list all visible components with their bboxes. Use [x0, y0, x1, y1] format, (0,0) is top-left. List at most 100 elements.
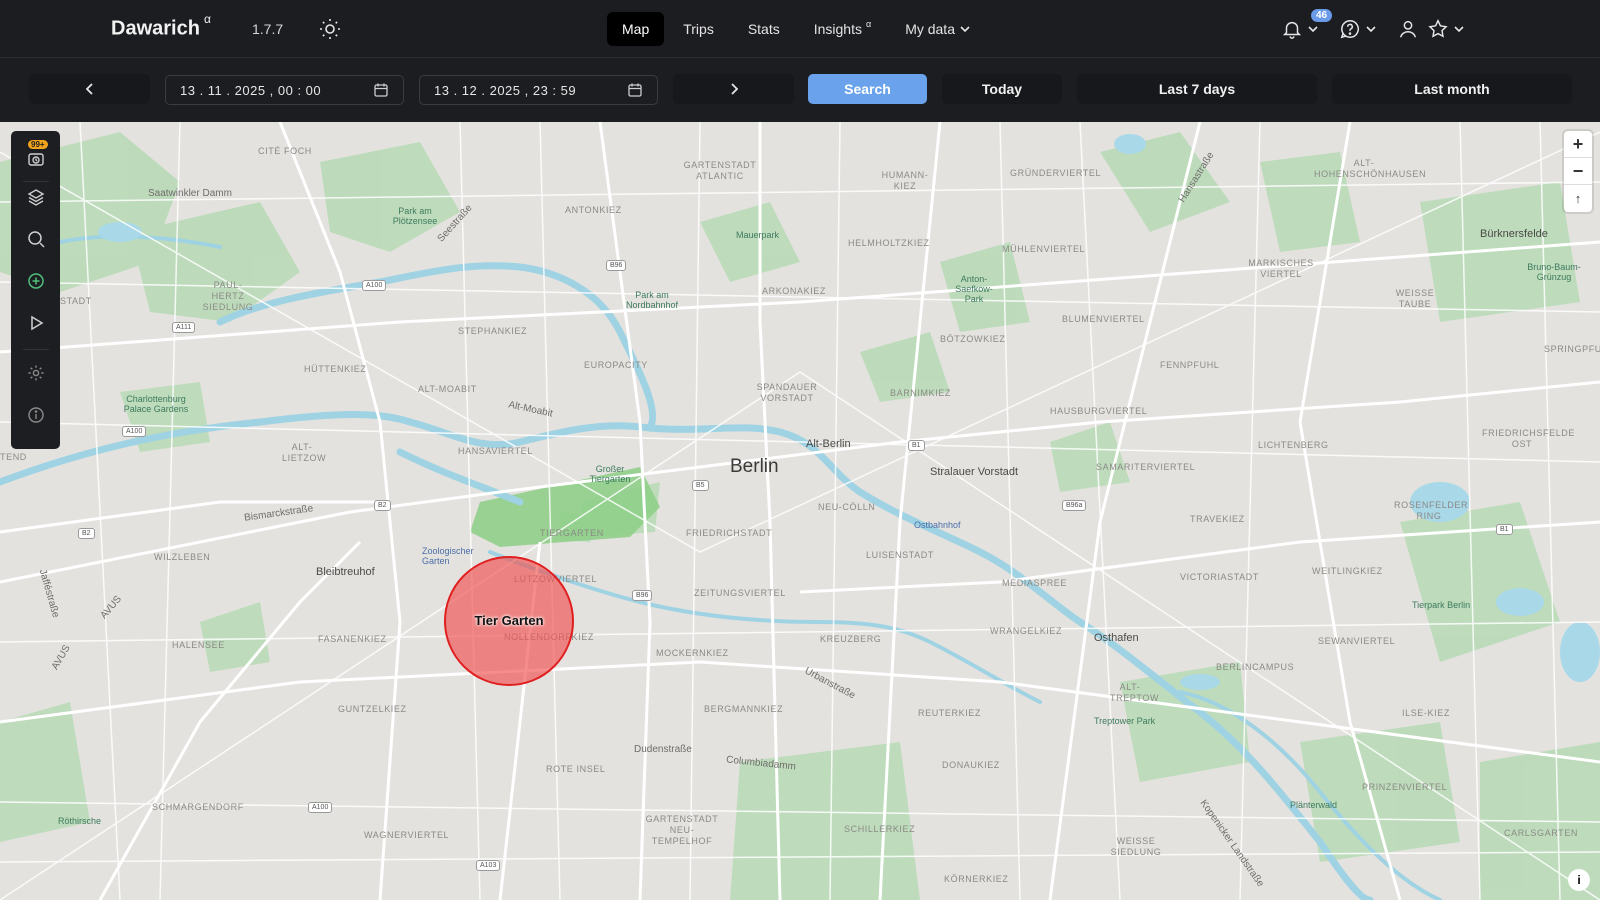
- map-label-park: Treptower Park: [1094, 716, 1156, 726]
- theme-toggle-sun-icon[interactable]: [318, 17, 342, 41]
- map-label-station: Ostbahnhof: [914, 520, 961, 530]
- history-icon: [28, 153, 44, 166]
- end-datetime-input[interactable]: 13 . 12 . 2025 , 23 : 59: [419, 75, 658, 105]
- road-shield: B2: [78, 528, 95, 539]
- alpha-mark: α: [203, 12, 211, 26]
- map-label-district: GUNTZELKIEZ: [338, 704, 407, 714]
- calendar-icon[interactable]: [627, 82, 643, 98]
- map-label-district: HUMANN-KIEZ: [881, 170, 929, 191]
- map-label-district: TEND: [0, 452, 27, 462]
- road-shield: B96: [632, 590, 653, 601]
- map-label-district: FRIEDRICHSFELDE OST: [1482, 428, 1576, 449]
- map-label-place: Bleibtreuhof: [316, 566, 375, 578]
- calendar-icon[interactable]: [373, 82, 389, 98]
- map-label-park: Anton-Saefkow-Park: [955, 274, 993, 304]
- last-7-days-button[interactable]: Last 7 days: [1077, 74, 1317, 104]
- map-label-district: TRAVEKIEZ: [1190, 514, 1245, 524]
- search-icon: [28, 231, 45, 248]
- map-label-district: GRÜNDERVIERTEL: [1010, 168, 1102, 178]
- map-label-district: GARTENSTADT NEU-TEMPELHOF: [645, 814, 719, 846]
- map-search-button[interactable]: [24, 227, 48, 251]
- map-label-park: Park am Plötzensee: [392, 206, 438, 226]
- zoom-in-button[interactable]: +: [1564, 131, 1592, 158]
- map-label-district: LICHTENBERG: [1258, 440, 1329, 450]
- today-button[interactable]: Today: [942, 74, 1062, 104]
- replay-button[interactable]: [24, 311, 48, 335]
- reset-north-button[interactable]: ↑: [1564, 185, 1592, 212]
- map-label-district: WILZLEBEN: [154, 552, 211, 562]
- map-label-street: Saatwinkler Damm: [148, 188, 232, 199]
- map-label-park: Bruno-Baum-Grünzug: [1527, 262, 1581, 282]
- map-label-district: BERGMANNKIEZ: [704, 704, 784, 714]
- map-label-district: TIERGARTEN: [540, 528, 604, 538]
- chevron-down-icon: [1308, 26, 1318, 33]
- map-label-district: ALT-MOABIT: [418, 384, 477, 394]
- map-label-city: Berlin: [730, 456, 779, 477]
- map-label-district: MOCKERNKIEZ: [656, 648, 729, 658]
- map-label-district: BARNIMKIEZ: [890, 388, 952, 398]
- nav-map[interactable]: Map: [607, 12, 665, 46]
- map-label-district: ARKONAKIEZ: [762, 286, 827, 296]
- header-actions: 46: [1281, 9, 1485, 44]
- map-label-street: Dudenstraße: [634, 744, 692, 755]
- map-label-district: SPRINGPFUHL: [1544, 344, 1600, 354]
- map-label-district: CITÉ FOCH: [258, 146, 312, 156]
- search-button[interactable]: Search: [808, 74, 927, 104]
- user-menu-button[interactable]: [1397, 14, 1419, 44]
- last-month-button[interactable]: Last month: [1332, 74, 1572, 104]
- points-history-button[interactable]: [24, 147, 48, 171]
- layers-button[interactable]: [24, 185, 48, 209]
- map-info-button[interactable]: [24, 403, 48, 427]
- map-label-district: BÖTZOWKIEZ: [940, 334, 1006, 344]
- chevron-left-icon: [85, 83, 93, 95]
- map-label-district: CARLSGARTEN: [1504, 828, 1578, 838]
- map-label-place: Bürknersfelde: [1480, 228, 1548, 240]
- map-label-district: SEWANVIERTEL: [1318, 636, 1396, 646]
- main-nav: Map Trips Stats Insights α My data: [607, 12, 986, 46]
- notifications-button[interactable]: 46: [1281, 9, 1333, 44]
- map-label-district: SPANDAUER VORSTADT: [756, 382, 818, 403]
- map-label-district: ALT-LIETZOW: [282, 442, 327, 463]
- map-label-district: FENNPFUHL: [1160, 360, 1220, 370]
- road-shield: B96a: [1062, 500, 1087, 511]
- previous-period-button[interactable]: [29, 74, 150, 104]
- map-label-district: SCHILLERKIEZ: [844, 824, 916, 834]
- map-settings-button[interactable]: [24, 361, 48, 385]
- map-label-district: HAUSBURGVIERTEL: [1050, 406, 1148, 416]
- favorites-button[interactable]: [1427, 14, 1465, 44]
- start-datetime-input[interactable]: 13 . 11 . 2025 , 00 : 00: [165, 75, 404, 105]
- attribution-info-button[interactable]: i: [1568, 869, 1590, 891]
- map-label-park: Charlottenburg Palace Gardens: [123, 394, 189, 414]
- nav-trips[interactable]: Trips: [668, 12, 729, 46]
- road-shield: B1: [908, 440, 925, 451]
- road-shield: A100: [362, 280, 387, 291]
- map-canvas[interactable]: CITÉ FOCH ALT-HOHENSCHÖNHAUSEN GARTENSTA…: [0, 122, 1600, 900]
- nav-stats[interactable]: Stats: [733, 12, 795, 46]
- map-label-district: PAUL-HERTZ SIEDLUNG: [202, 280, 254, 312]
- app-brand[interactable]: Dawarich α: [111, 12, 211, 41]
- map-label-district: WEITLINGKIEZ: [1312, 566, 1383, 576]
- nav-insights[interactable]: Insights α: [799, 12, 886, 46]
- start-datetime-value: 13 . 11 . 2025 , 00 : 00: [180, 82, 322, 98]
- map-label-district: WEISSE TAUBE: [1395, 288, 1435, 309]
- chevron-down-icon: [1366, 26, 1376, 33]
- nav-my-data-dropdown[interactable]: My data: [890, 12, 986, 46]
- help-icon: [1340, 20, 1359, 39]
- area-label[interactable]: Tier Garten: [444, 613, 574, 628]
- map-label-park: Mauerpark: [736, 230, 780, 240]
- insights-alpha-mark: α: [865, 19, 872, 29]
- zoom-out-button[interactable]: −: [1564, 158, 1592, 185]
- notifications-count-badge: 46: [1311, 9, 1333, 22]
- map-label-district: HELMHOLTZKIEZ: [848, 238, 930, 248]
- next-period-button[interactable]: [673, 74, 794, 104]
- app-version: 1.7.7: [252, 21, 284, 37]
- date-filter-bar: 13 . 11 . 2025 , 00 : 00 13 . 12 . 2025 …: [0, 58, 1600, 122]
- add-area-button[interactable]: [24, 269, 48, 293]
- chevron-down-icon: [960, 26, 970, 33]
- bell-icon: [1282, 21, 1302, 39]
- help-button[interactable]: [1339, 14, 1377, 44]
- road-shield: A103: [476, 860, 501, 871]
- user-icon: [1399, 20, 1417, 38]
- road-shield: B96: [606, 260, 627, 271]
- map-label-district: ROSENFELDER RING: [1394, 500, 1469, 521]
